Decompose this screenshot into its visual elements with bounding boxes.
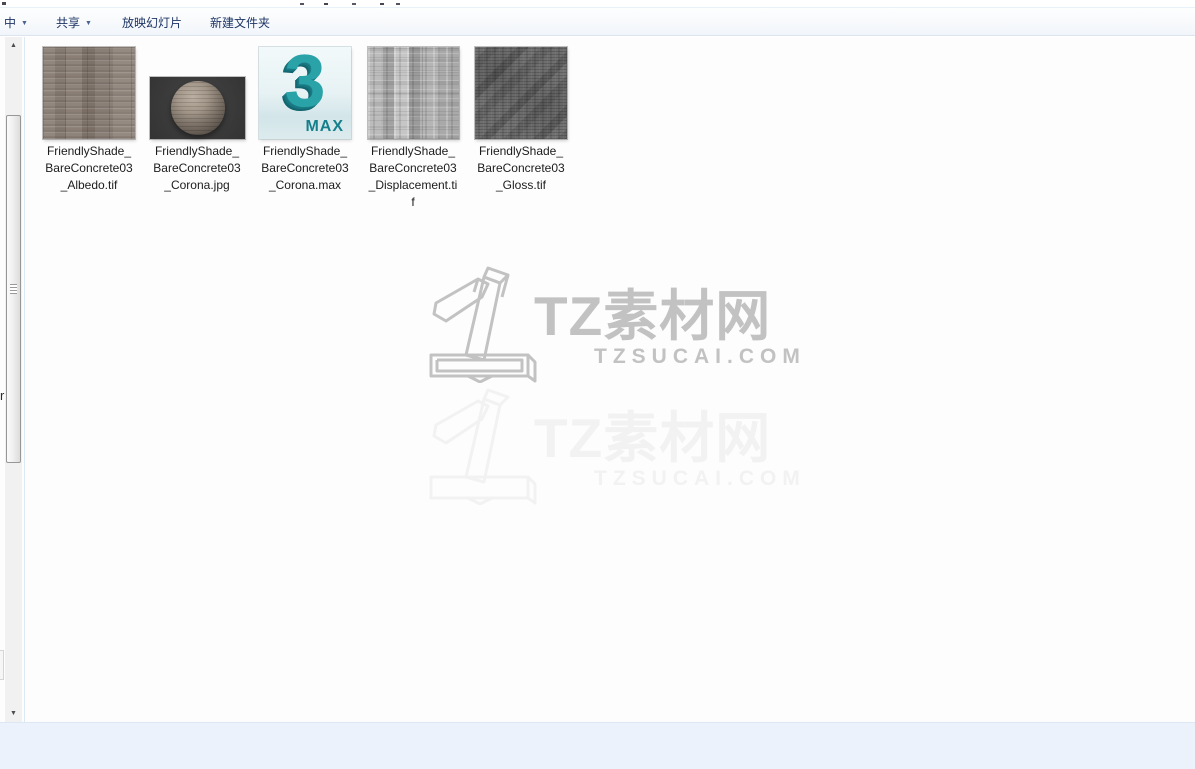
file-name-line: BareConcrete03	[153, 161, 241, 175]
thumbnail-wrap	[463, 47, 579, 139]
thumbnail-wrap	[139, 47, 255, 139]
thumbnail-wrap	[355, 47, 471, 139]
file-name-line: BareConcrete03	[369, 161, 457, 175]
gloss-texture-thumbnail	[475, 47, 567, 139]
file-name-line: _Corona.jpg	[164, 178, 230, 192]
scroll-up-button[interactable]: ▲	[5, 37, 22, 54]
toolbar-slideshow-button[interactable]: 放映幻灯片	[122, 14, 182, 31]
file-item-gloss-tif[interactable]: FriendlyShade_ BareConcrete03 _Gloss.tif	[463, 47, 579, 194]
file-name: FriendlyShade_ BareConcrete03 _Corona.jp…	[139, 143, 255, 194]
file-name-line: FriendlyShade_	[370, 144, 456, 158]
clipped-nav-pane-text: r	[0, 388, 5, 403]
3dsmax-icon: 3 3 MAX	[259, 47, 351, 139]
watermark-ghost: TZ素材网 TZSUCAI.COM	[428, 385, 800, 517]
scroll-up-icon: ▲	[10, 42, 17, 49]
file-name-line: BareConcrete03	[477, 161, 565, 175]
clipped-nav-pane-element	[0, 650, 4, 680]
toolbar-item-label: 共享	[56, 16, 81, 30]
3dsmax-max-label: MAX	[305, 118, 344, 135]
file-name-line: f	[411, 195, 415, 209]
file-item-displacement-tif[interactable]: FriendlyShade_ BareConcrete03 _Displacem…	[355, 47, 471, 211]
file-name-line: _Gloss.tif	[495, 178, 546, 192]
watermark-domain-text: TZSUCAI.COM	[594, 467, 806, 490]
displacement-texture-thumbnail	[367, 47, 459, 139]
toolbar-share-button[interactable]: 共享 ▼	[56, 14, 92, 31]
file-name-line: FriendlyShade_	[46, 144, 132, 158]
watermark-brand-text: TZ素材网	[534, 407, 772, 469]
watermark: TZ素材网 TZSUCAI.COM	[428, 263, 800, 395]
clipped-text-fragment	[300, 3, 304, 5]
file-list-area: r ▲ ▼ FriendlyShade_ BareConcrete03 _Alb…	[0, 37, 1195, 722]
toolbar-item-label: 放映幻灯片	[122, 16, 183, 30]
caret-down-icon: ▼	[85, 20, 92, 27]
file-name-line: _Albedo.tif	[60, 178, 118, 192]
toolbar-include-in-library-truncated[interactable]: 中 ▼	[4, 14, 28, 31]
file-name: FriendlyShade_ BareConcrete03 _Displacem…	[355, 143, 471, 211]
file-item-corona-jpg[interactable]: FriendlyShade_ BareConcrete03 _Corona.jp…	[139, 47, 255, 194]
scrollbar-grip-icon	[10, 284, 17, 294]
file-name-line: FriendlyShade_	[154, 144, 240, 158]
watermark-domain-text: TZSUCAI.COM	[594, 345, 806, 368]
clipped-address-bar-fragments	[0, 0, 430, 7]
thumbnail-wrap: 3 3 MAX	[247, 47, 363, 139]
scroll-down-icon: ▼	[10, 710, 17, 717]
toolbar-new-folder-button[interactable]: 新建文件夹	[210, 14, 270, 31]
albedo-texture-thumbnail	[43, 47, 135, 139]
number-1-outline-logo-icon	[429, 388, 537, 505]
file-item-corona-max[interactable]: 3 3 MAX FriendlyShade_ BareConcrete03 _C…	[247, 47, 363, 194]
details-pane	[0, 722, 1195, 769]
file-name: FriendlyShade_ BareConcrete03 _Albedo.ti…	[31, 143, 147, 194]
toolbar-item-label: 新建文件夹	[210, 16, 271, 30]
caret-down-icon: ▼	[21, 20, 28, 27]
clipped-text-fragment	[2, 2, 6, 5]
file-name: FriendlyShade_ BareConcrete03 _Gloss.tif	[463, 143, 579, 194]
sphere-render-thumbnail	[149, 77, 245, 139]
file-name-line: FriendlyShade_	[478, 144, 564, 158]
concrete-sphere	[170, 81, 225, 135]
vertical-scrollbar[interactable]: ▲ ▼	[5, 37, 22, 722]
pane-separator	[24, 37, 25, 722]
file-name-line: _Displacement.ti	[368, 178, 458, 192]
file-item-albedo-tif[interactable]: FriendlyShade_ BareConcrete03 _Albedo.ti…	[31, 47, 147, 194]
command-bar: 中 ▼ 共享 ▼ 放映幻灯片 新建文件夹	[0, 7, 1195, 36]
thumbnail-wrap	[31, 47, 147, 139]
file-name-line: BareConcrete03	[45, 161, 133, 175]
file-name-line: BareConcrete03	[261, 161, 349, 175]
scrollbar-thumb[interactable]	[6, 115, 21, 463]
number-1-outline-logo-icon	[429, 266, 537, 383]
toolbar-item-label: 中	[4, 16, 17, 30]
file-name-line: FriendlyShade_	[262, 144, 348, 158]
3dsmax-3-glyph: 3	[284, 47, 326, 122]
scroll-down-button[interactable]: ▼	[5, 705, 22, 722]
watermark-brand-text: TZ素材网	[534, 285, 772, 347]
file-name-line: _Corona.max	[268, 178, 342, 192]
file-name: FriendlyShade_ BareConcrete03 _Corona.ma…	[247, 143, 363, 194]
